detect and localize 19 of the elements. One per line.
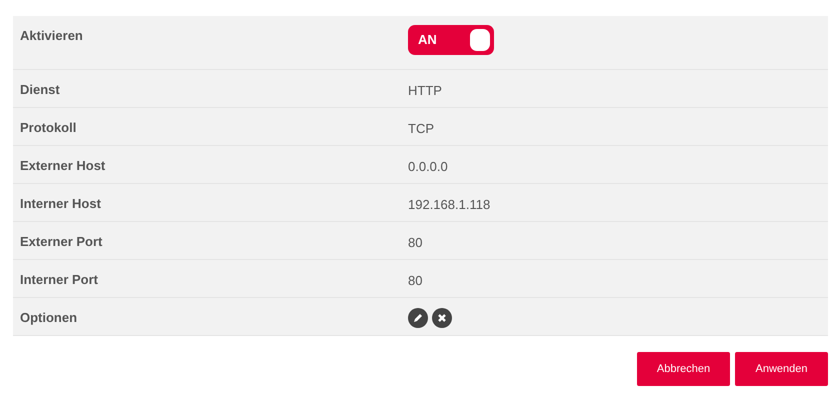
toggle-switch[interactable]: AN (408, 25, 494, 55)
field-label: Dienst (20, 82, 60, 97)
action-button[interactable]: Anwenden (735, 352, 828, 386)
delete-icon[interactable] (432, 308, 452, 328)
value-text: 80 (408, 272, 422, 290)
field-label: Protokoll (20, 120, 76, 135)
value-text: 80 (408, 234, 422, 252)
edit-icon[interactable] (408, 308, 428, 328)
value-text: HTTP (408, 82, 442, 100)
value-text: 192.168.1.118 (408, 196, 490, 214)
field-label: Aktivieren (20, 28, 83, 43)
field-label: Optionen (20, 310, 78, 325)
field-label: Externer Port (20, 234, 102, 249)
action-button[interactable]: Abbrechen (637, 352, 730, 386)
field-label: Interner Host (20, 196, 101, 211)
field-label: Interner Port (20, 272, 98, 287)
value-text: TCP (408, 120, 434, 138)
field-label: Externer Host (20, 158, 106, 173)
value-text: 0.0.0.0 (408, 158, 448, 176)
